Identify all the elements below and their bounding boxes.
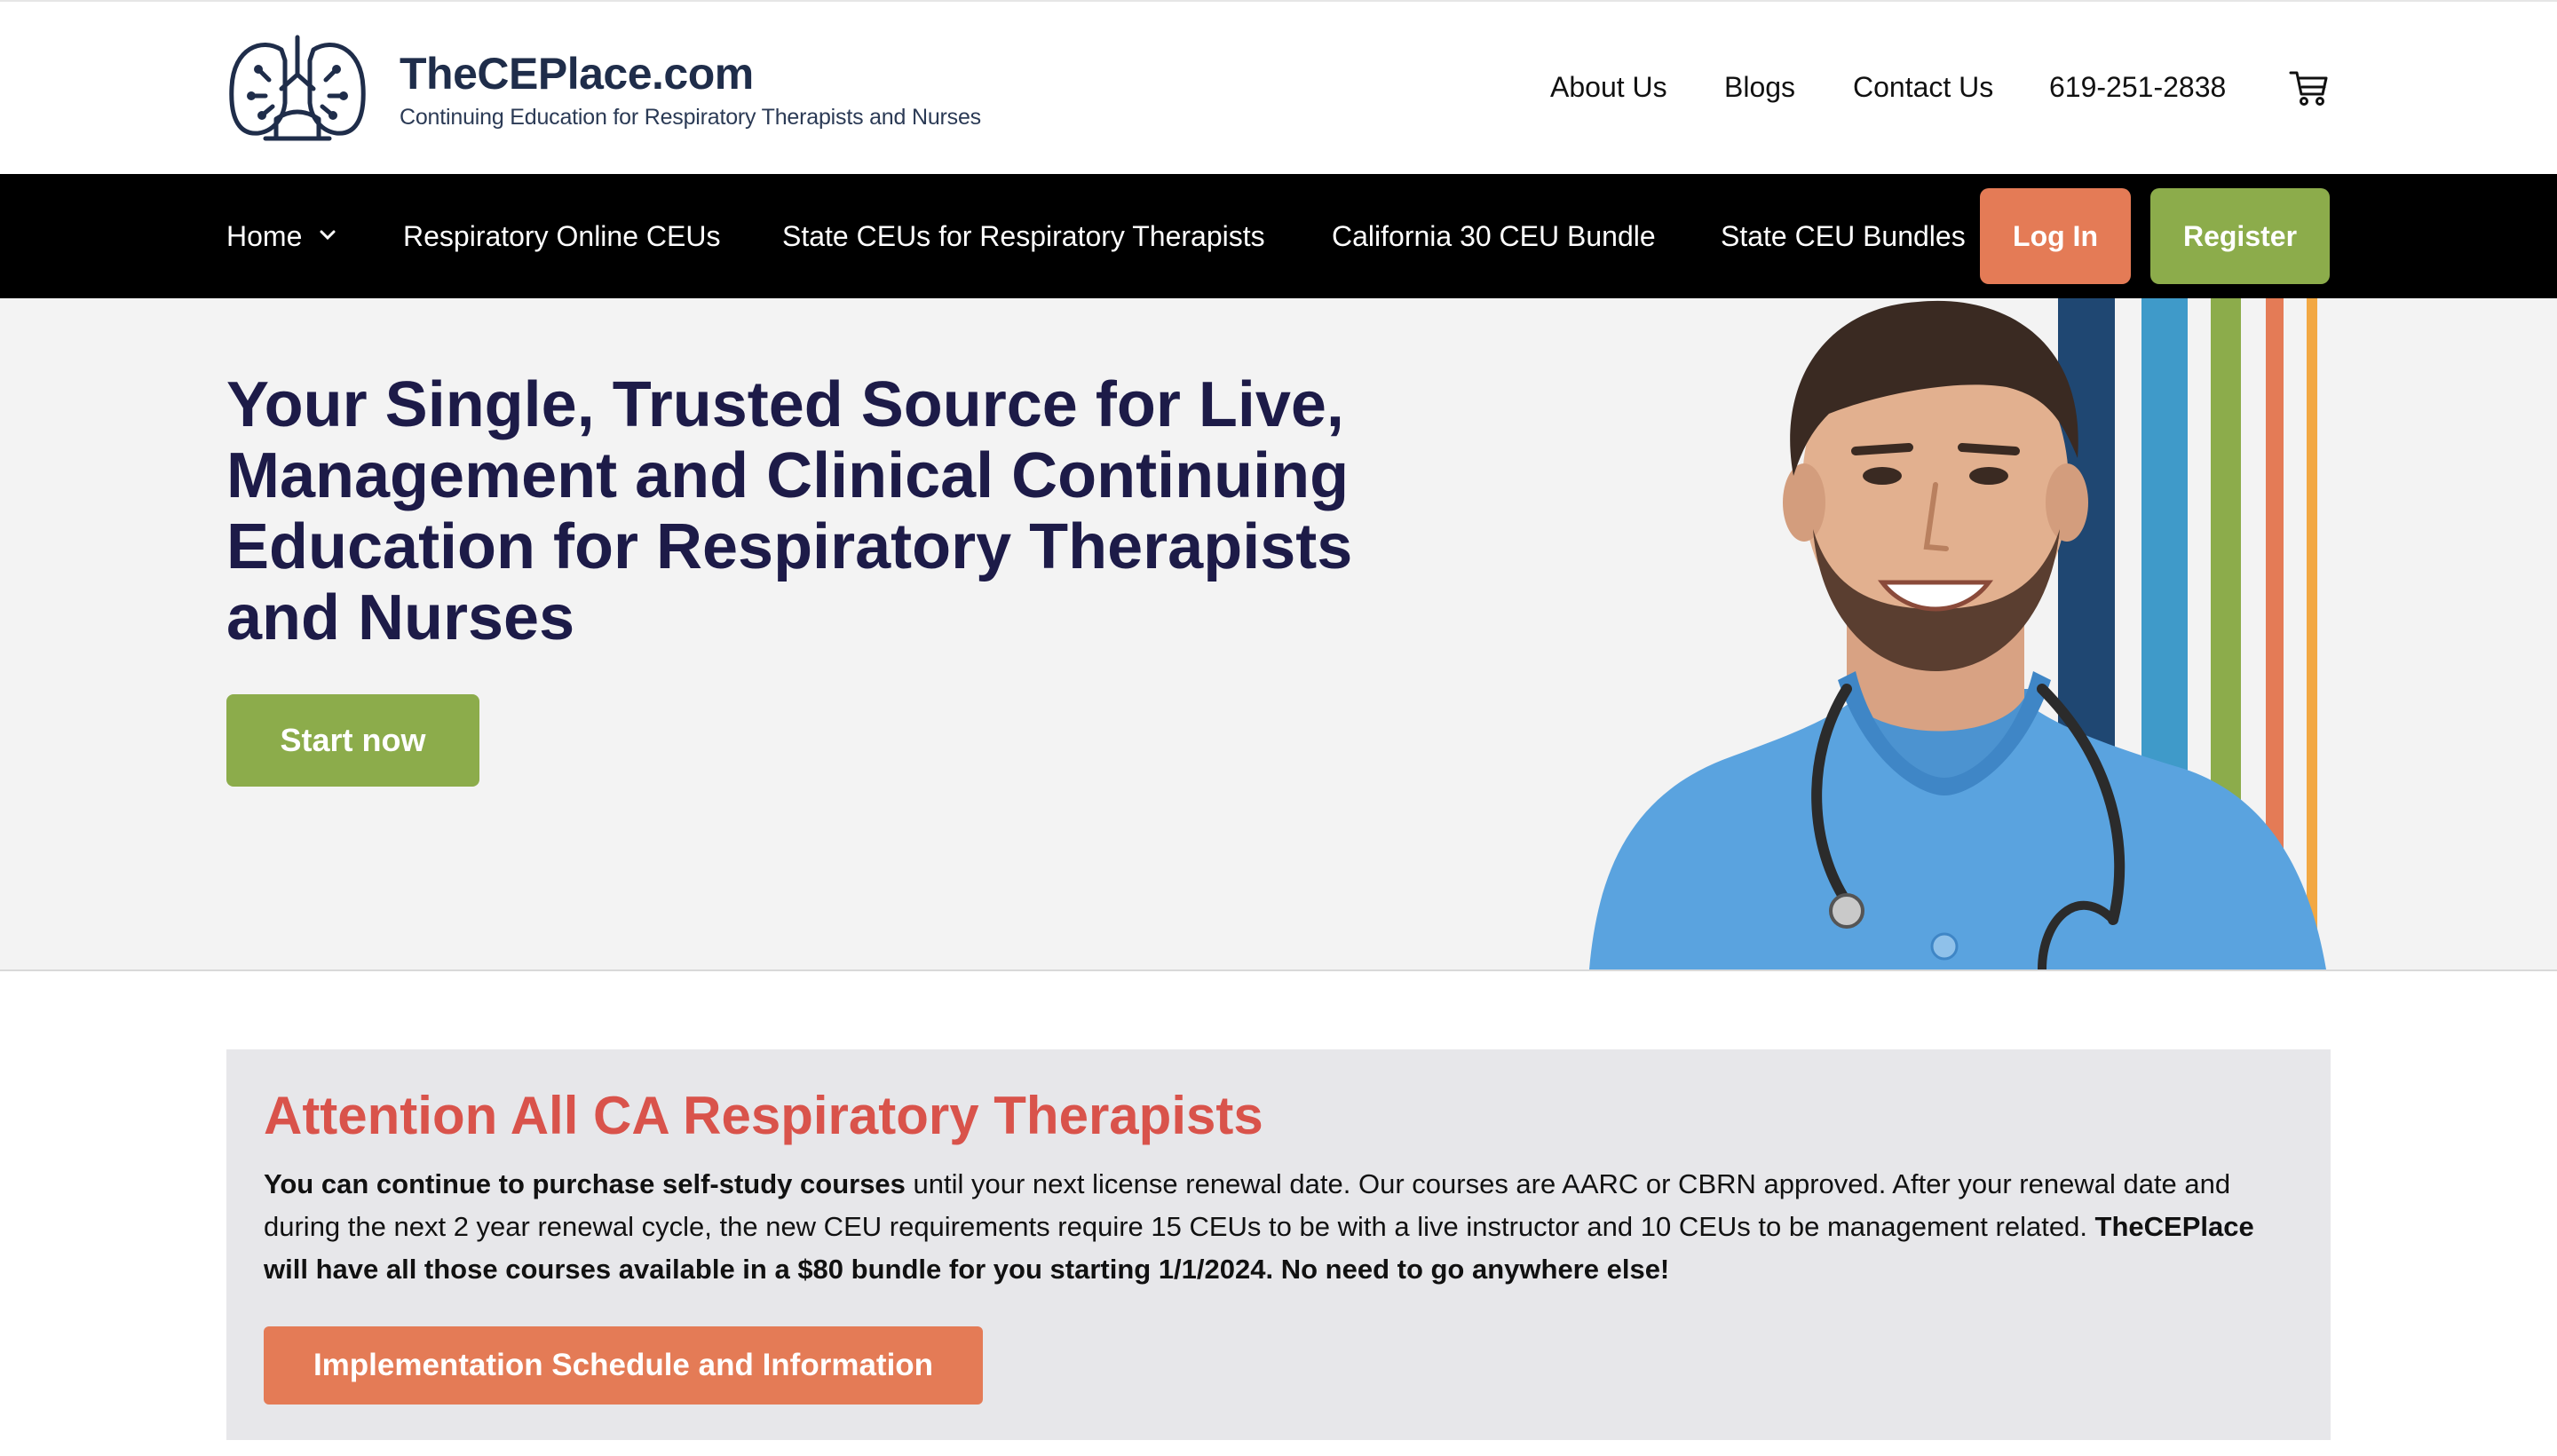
blogs-link[interactable]: Blogs bbox=[1724, 71, 1795, 104]
about-us-link[interactable]: About Us bbox=[1550, 71, 1667, 104]
nav-respiratory-online-ceus[interactable]: Respiratory Online CEUs bbox=[403, 220, 720, 253]
notice-bold-lead: You can continue to purchase self-study … bbox=[264, 1168, 906, 1199]
login-button[interactable]: Log In bbox=[1980, 188, 2131, 284]
notice-body: You can continue to purchase self-study … bbox=[264, 1163, 2270, 1291]
nav-state-ceus[interactable]: State CEUs for Respiratory Therapists bbox=[782, 220, 1265, 253]
implementation-schedule-button[interactable]: Implementation Schedule and Information bbox=[264, 1326, 983, 1405]
register-button[interactable]: Register bbox=[2150, 188, 2330, 284]
nav-state-ceu-bundles[interactable]: State CEU Bundles bbox=[1721, 220, 1966, 253]
brand-tagline: Continuing Education for Respiratory The… bbox=[400, 105, 981, 130]
phone-number-link[interactable]: 619-251-2838 bbox=[2049, 71, 2226, 104]
nav-home[interactable]: Home bbox=[226, 220, 302, 253]
contact-us-link[interactable]: Contact Us bbox=[1853, 71, 1993, 104]
chevron-down-icon[interactable] bbox=[318, 226, 337, 245]
ca-notice-panel: Attention All CA Respiratory Therapists … bbox=[226, 1049, 2331, 1440]
lungs-logo-icon[interactable] bbox=[226, 34, 368, 144]
hero-title: Your Single, Trusted Source for Live, Ma… bbox=[226, 369, 1353, 653]
hero-section: Your Single, Trusted Source for Live, Ma… bbox=[0, 298, 2557, 971]
brand-name[interactable]: TheCEPlace.com bbox=[400, 48, 754, 99]
notice-title: Attention All CA Respiratory Therapists bbox=[264, 1086, 1263, 1145]
shopping-cart-icon[interactable] bbox=[2289, 69, 2328, 107]
site-header: TheCEPlace.com Continuing Education for … bbox=[0, 0, 2557, 174]
main-nav: Home Respiratory Online CEUs State CEUs … bbox=[0, 174, 2557, 298]
smiling-nurse-photo bbox=[1589, 300, 2326, 969]
start-now-button[interactable]: Start now bbox=[226, 694, 479, 787]
nav-california-bundle[interactable]: California 30 CEU Bundle bbox=[1332, 220, 1656, 253]
